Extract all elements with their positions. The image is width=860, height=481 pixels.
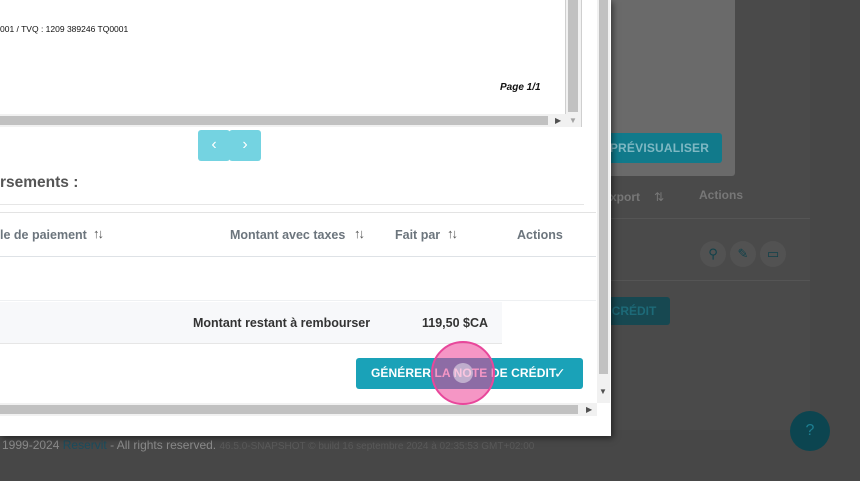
cursor-icon bbox=[453, 363, 473, 383]
document-horizontal-scrollbar[interactable]: ▶ bbox=[0, 114, 567, 127]
trash-icon[interactable]: ▭ bbox=[760, 241, 786, 267]
rights-text: - All rights reserved. bbox=[106, 438, 217, 452]
amount-with-taxes-header[interactable]: Montant avec taxes bbox=[230, 228, 345, 242]
made-by-header[interactable]: Fait par bbox=[395, 228, 440, 242]
copyright-years: 1999-2024 bbox=[2, 438, 60, 452]
document-vertical-scrollbar[interactable] bbox=[567, 0, 581, 114]
divider bbox=[0, 204, 584, 205]
search-icon[interactable]: ⚲ bbox=[700, 241, 726, 267]
footer: 1999-2024 Reservit - All rights reserved… bbox=[2, 438, 534, 452]
checkmark-icon: ✓ bbox=[554, 365, 566, 381]
tax-number-line: 001 / TVQ : 1209 389246 TQ0001 bbox=[0, 24, 129, 34]
export-column-header: xport bbox=[610, 190, 640, 204]
scroll-right-arrow-icon[interactable]: ▶ bbox=[586, 403, 592, 416]
remaining-amount-row: Montant restant à rembourser 119,50 $CA bbox=[0, 302, 502, 344]
refunds-section-title: rsements : bbox=[0, 174, 79, 191]
document-preview-frame: 001 / TVQ : 1209 389246 TQ0001 Page 1/1 … bbox=[0, 0, 582, 127]
page-indicator: Page 1/1 bbox=[500, 82, 541, 93]
credit-note-modal: 001 / TVQ : 1209 389246 TQ0001 Page 1/1 … bbox=[0, 0, 611, 436]
sort-icon[interactable]: ↑↓ bbox=[93, 226, 104, 241]
remaining-amount-value: 119,50 $CA bbox=[422, 316, 489, 330]
sort-icon[interactable]: ⇅ bbox=[654, 190, 664, 204]
scroll-thumb[interactable] bbox=[0, 405, 578, 414]
scroll-right-arrow-icon[interactable]: ▶ bbox=[555, 114, 561, 127]
edit-icon[interactable]: ✎ bbox=[730, 241, 756, 267]
scroll-thumb[interactable] bbox=[0, 116, 548, 125]
sort-icon[interactable]: ↑↓ bbox=[354, 226, 365, 241]
help-button[interactable]: ? bbox=[790, 411, 830, 451]
actions-column-header-background: Actions bbox=[699, 188, 744, 202]
sort-icon[interactable]: ↑↓ bbox=[447, 226, 458, 241]
actions-header: Actions bbox=[517, 228, 563, 242]
preview-button[interactable]: PRÉVISUALISER bbox=[597, 133, 722, 163]
brand-link[interactable]: Reservit bbox=[63, 438, 107, 452]
next-page-button[interactable]: › bbox=[229, 130, 261, 161]
build-info: 46.5.0-SNAPSHOT © build 16 septembre 202… bbox=[219, 441, 535, 452]
table-row bbox=[0, 257, 596, 301]
scroll-thumb[interactable] bbox=[599, 0, 608, 374]
scroll-down-arrow-icon[interactable]: ▼ bbox=[569, 114, 577, 127]
scroll-down-arrow-icon[interactable]: ▼ bbox=[599, 387, 607, 396]
modal-vertical-scrollbar[interactable]: ▼ bbox=[597, 0, 610, 403]
document-page: 001 / TVQ : 1209 389246 TQ0001 Page 1/1 bbox=[0, 0, 566, 114]
modal-horizontal-scrollbar[interactable]: ▶ bbox=[0, 403, 597, 416]
previous-page-button[interactable]: ‹ bbox=[198, 130, 230, 161]
remaining-amount-label: Montant restant à rembourser bbox=[193, 316, 371, 330]
payment-mode-header[interactable]: le de paiement bbox=[0, 228, 87, 242]
refunds-table-header: le de paiement ↑↓ Montant avec taxes ↑↓ … bbox=[0, 212, 596, 257]
scroll-thumb[interactable] bbox=[568, 0, 578, 112]
